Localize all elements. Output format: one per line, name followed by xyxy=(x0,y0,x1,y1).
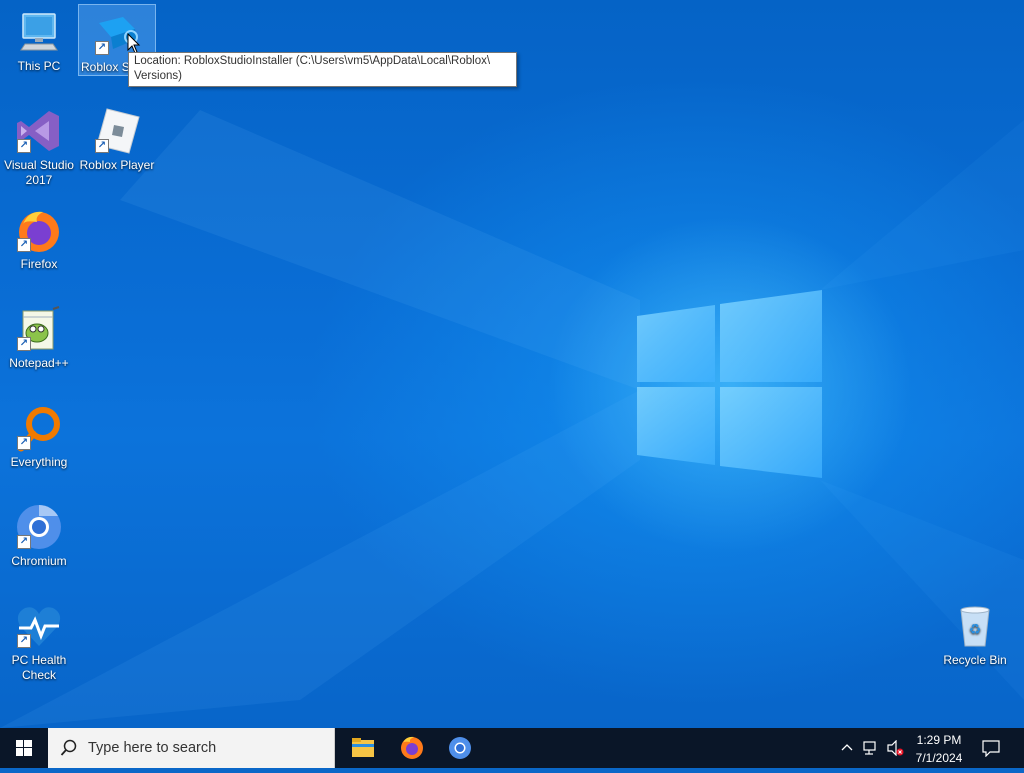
desktop-icon-label: Visual Studio 2017 xyxy=(4,158,74,187)
heart-pulse-icon: ↗ xyxy=(15,602,63,650)
shortcut-arrow-icon: ↗ xyxy=(17,238,31,252)
taskbar-search-box[interactable]: Type here to search xyxy=(48,728,335,768)
taskbar-chromium[interactable] xyxy=(436,728,484,768)
shortcut-arrow-icon: ↗ xyxy=(17,139,31,153)
folder-icon xyxy=(352,738,374,757)
notepad-plus-plus-icon: ↗ xyxy=(15,305,63,353)
firefox-icon-item[interactable]: ↗ Firefox xyxy=(1,202,77,272)
taskbar-clock[interactable]: 1:29 PM 7/1/2024 xyxy=(908,732,970,766)
notification-icon[interactable] xyxy=(982,739,1000,757)
chromium-icon: ↗ xyxy=(15,503,63,551)
everything-icon-item[interactable]: ↗ Everything xyxy=(1,400,77,470)
taskbar-firefox[interactable] xyxy=(388,728,436,768)
desktop-icon-label: Chromium xyxy=(11,554,67,568)
chromium-icon xyxy=(449,737,471,759)
roblox-player-icon-item[interactable]: ↗ Roblox Player xyxy=(79,103,155,173)
desktop-icon-label: Everything xyxy=(10,455,68,469)
shortcut-arrow-icon: ↗ xyxy=(95,41,109,55)
roblox-studio-icon: ↗ xyxy=(93,9,141,57)
roblox-player-icon: ↗ xyxy=(93,107,141,155)
desktop[interactable]: This PC ↗ Roblox S Location: RobloxStudi… xyxy=(0,0,1024,728)
desktop-icon-label: Notepad++ xyxy=(9,356,69,370)
volume-muted-icon[interactable] xyxy=(886,740,904,756)
magnifier-icon: ↗ xyxy=(15,404,63,452)
desktop-icon-label: Firefox xyxy=(20,257,58,271)
shortcut-arrow-icon: ↗ xyxy=(17,634,31,648)
network-icon[interactable] xyxy=(862,740,880,756)
shortcut-arrow-icon: ↗ xyxy=(17,337,31,351)
chromium-icon-item[interactable]: ↗ Chromium xyxy=(1,499,77,569)
firefox-icon xyxy=(401,736,423,759)
desktop-icon-label: Recycle Bin xyxy=(943,653,1007,667)
desktop-icon-label: Roblox Player xyxy=(79,158,155,172)
shortcut-arrow-icon: ↗ xyxy=(95,139,109,153)
firefox-icon: ↗ xyxy=(15,206,63,254)
svg-text:♻: ♻ xyxy=(969,622,982,638)
search-icon xyxy=(60,739,77,756)
shortcut-arrow-icon: ↗ xyxy=(17,535,31,549)
notepad-plus-plus-icon-item[interactable]: ↗ Notepad++ xyxy=(1,301,77,371)
location-tooltip: Location: RobloxStudioInstaller (C:\User… xyxy=(128,52,517,87)
clock-time: 1:29 PM xyxy=(916,733,962,747)
visual-studio-icon-item[interactable]: ↗ Visual Studio 2017 xyxy=(1,103,77,188)
recycle-bin-icon-item[interactable]: ♻ Recycle Bin xyxy=(937,598,1013,668)
start-button[interactable] xyxy=(0,728,48,768)
desktop-icon-label: PC Health Check xyxy=(11,653,67,682)
shortcut-arrow-icon: ↗ xyxy=(17,436,31,450)
recycle-bin-icon: ♻ xyxy=(951,602,999,650)
search-placeholder: Type here to search xyxy=(88,740,217,756)
taskbar: Type here to search 1:29 PM 7/1/2024 xyxy=(0,728,1024,768)
pc-health-check-icon-item[interactable]: ↗ PC Health Check xyxy=(1,598,77,683)
desktop-icon-label: This PC xyxy=(17,59,61,73)
taskbar-file-explorer[interactable] xyxy=(339,728,387,768)
this-pc-icon-item[interactable]: This PC xyxy=(1,4,77,74)
computer-icon xyxy=(15,8,63,56)
chevron-up-icon[interactable] xyxy=(840,740,854,756)
clock-date: 7/1/2024 xyxy=(915,751,963,765)
windows-start-icon xyxy=(16,740,32,756)
visual-studio-icon: ↗ xyxy=(15,107,63,155)
